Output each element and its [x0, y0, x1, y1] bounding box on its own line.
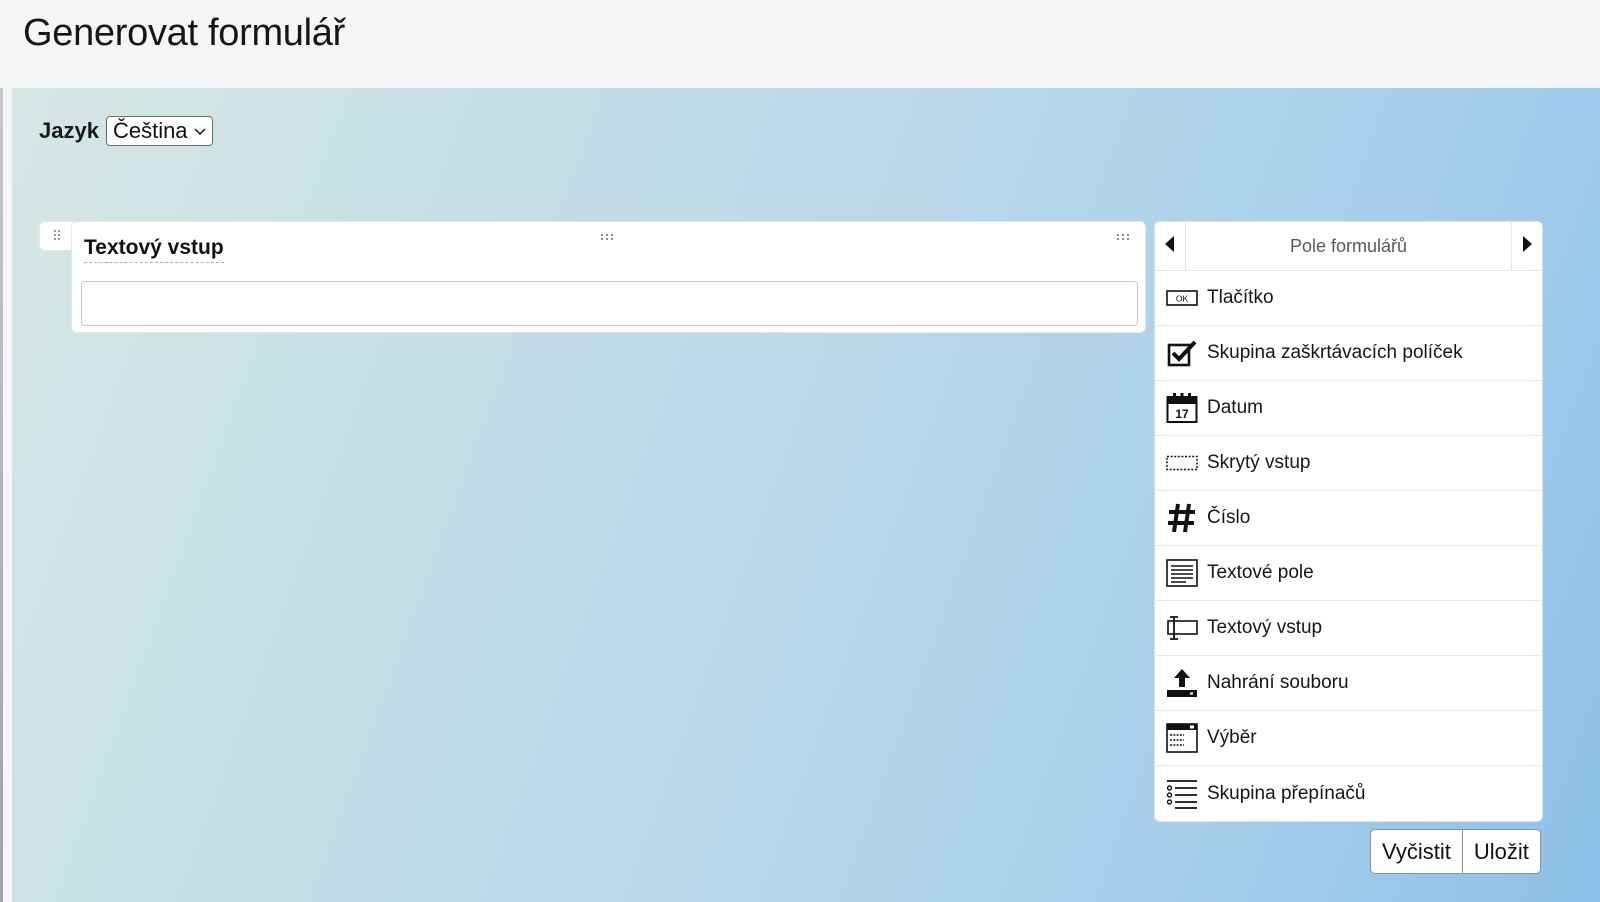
palette-next-button[interactable]: [1511, 222, 1542, 270]
palette-item-label: Tlačítko: [1207, 287, 1274, 308]
form-actions: Vyčistit Uložit: [1370, 829, 1541, 874]
page-title: Generovat formulář: [23, 12, 345, 54]
form-fields-palette: Pole formulářů OK Tlačítko Skupina zaškr…: [1154, 221, 1543, 822]
calendar-icon: 17: [1165, 391, 1199, 425]
text-input-icon: [1165, 611, 1199, 645]
palette-item-file-upload[interactable]: Nahrání souboru: [1155, 656, 1542, 711]
palette-item-number[interactable]: Číslo: [1155, 491, 1542, 546]
radio-group-icon: [1165, 777, 1199, 811]
palette-item-radio-group[interactable]: Skupina přepínačů: [1155, 766, 1542, 821]
palette-item-checkbox-group[interactable]: Skupina zaškrtávacích políček: [1155, 326, 1542, 381]
palette-list: OK Tlačítko Skupina zaškrtávacích políče…: [1155, 271, 1542, 821]
button-icon-text: OK: [1176, 294, 1189, 304]
caret-left-icon: [1165, 235, 1175, 257]
form-builder-workspace: Jazyk Čeština Textový vstup Pole formulá…: [12, 88, 1600, 902]
field-label[interactable]: Textový vstup: [84, 236, 224, 263]
palette-item-date[interactable]: 17 Datum: [1155, 381, 1542, 436]
calendar-icon-day: 17: [1175, 407, 1189, 421]
palette-item-textarea[interactable]: Textové pole: [1155, 546, 1542, 601]
clear-button[interactable]: Vyčistit: [1370, 829, 1463, 874]
field-drag-handle[interactable]: [39, 221, 73, 251]
language-selector-row: Jazyk Čeština: [39, 116, 213, 146]
window-edge: [0, 0, 3, 902]
palette-item-label: Výběr: [1207, 727, 1257, 748]
palette-prev-button[interactable]: [1155, 222, 1186, 270]
page-header: Generovat formulář: [0, 0, 1600, 88]
palette-item-label: Nahrání souboru: [1207, 672, 1349, 693]
caret-right-icon: [1522, 235, 1532, 257]
language-label: Jazyk: [39, 118, 99, 143]
text-input-field-card[interactable]: Textový vstup: [71, 221, 1146, 333]
save-button[interactable]: Uložit: [1462, 829, 1541, 874]
language-selected-value: Čeština: [112, 118, 188, 143]
palette-item-text-input[interactable]: Textový vstup: [1155, 601, 1542, 656]
palette-item-button[interactable]: OK Tlačítko: [1155, 271, 1542, 326]
select-icon: [1165, 721, 1199, 755]
palette-item-select[interactable]: Výběr: [1155, 711, 1542, 766]
text-input-preview[interactable]: [81, 281, 1138, 326]
palette-item-label: Skupina přepínačů: [1207, 782, 1366, 804]
language-select[interactable]: Čeština: [105, 116, 213, 146]
palette-header: Pole formulářů: [1155, 222, 1542, 271]
hidden-input-icon: [1165, 446, 1199, 480]
number-icon: [1165, 501, 1199, 535]
palette-item-hidden-input[interactable]: Skrytý vstup: [1155, 436, 1542, 491]
palette-item-label: Skupina zaškrtávacích políček: [1207, 342, 1463, 363]
drag-handle-icon: [53, 229, 61, 244]
move-grip-icon[interactable]: [600, 232, 614, 244]
palette-item-label: Datum: [1207, 397, 1263, 418]
file-upload-icon: [1165, 666, 1199, 700]
palette-title: Pole formulářů: [1289, 235, 1408, 256]
chevron-down-icon: [194, 125, 206, 139]
resize-grip-icon[interactable]: [1116, 232, 1130, 244]
palette-item-label: Číslo: [1207, 507, 1251, 528]
palette-item-label: Textové pole: [1207, 562, 1314, 583]
palette-item-label: Textový vstup: [1207, 617, 1323, 638]
checkbox-group-icon: [1165, 336, 1199, 370]
button-icon: OK: [1165, 281, 1199, 315]
palette-item-label: Skrytý vstup: [1207, 452, 1311, 473]
textarea-icon: [1165, 556, 1199, 590]
